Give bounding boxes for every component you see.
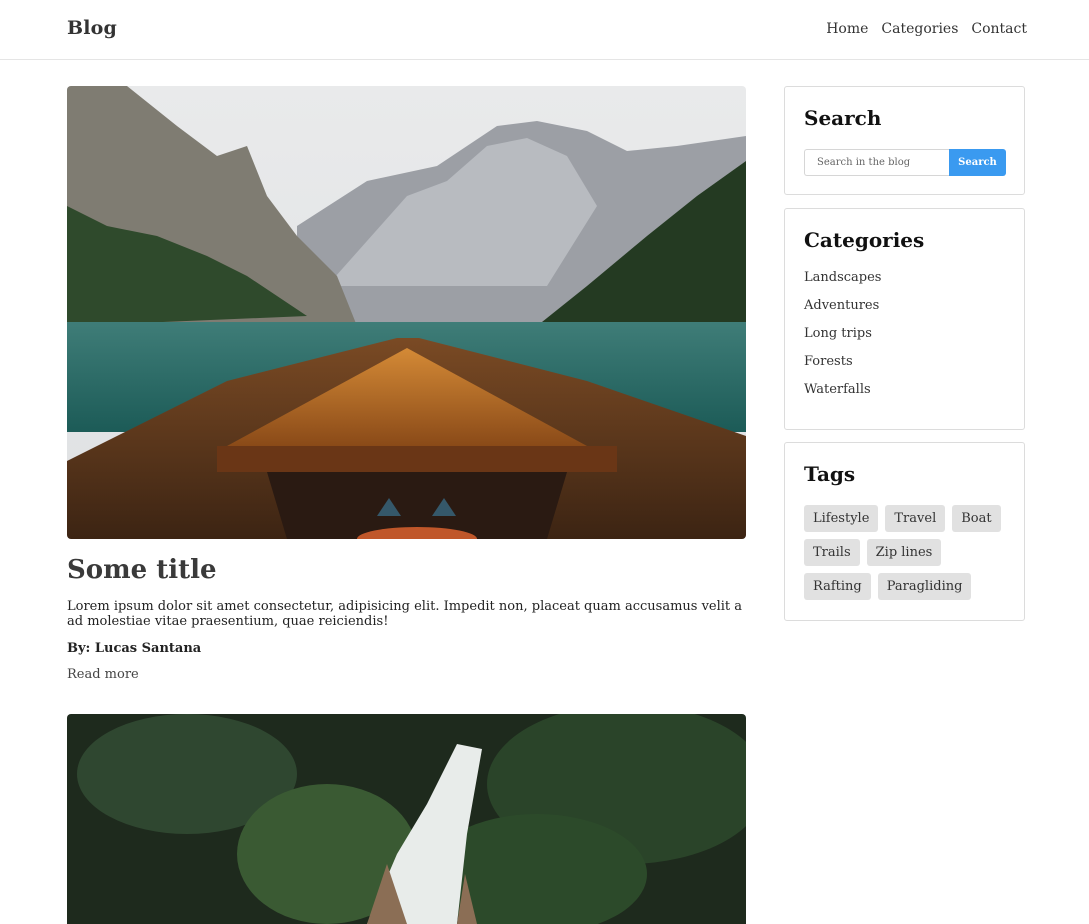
tags-widget: Tags Lifestyle Travel Boat Trails Zip li…: [784, 442, 1025, 621]
brand-logo[interactable]: Blog: [67, 17, 117, 39]
category-item-forests[interactable]: Forests: [804, 353, 881, 381]
nav-categories-link[interactable]: Categories: [881, 21, 958, 37]
post-list: Some title Lorem ipsum dolor sit amet co…: [67, 86, 746, 924]
post-excerpt: Lorem ipsum dolor sit amet consectetur, …: [67, 599, 743, 629]
search-widget: Search Search: [784, 86, 1025, 195]
categories-widget-title: Categories: [804, 228, 925, 252]
tag-lifestyle[interactable]: Lifestyle: [804, 505, 879, 532]
search-button[interactable]: Search: [949, 149, 1006, 176]
post-author: By: Lucas Santana: [67, 641, 202, 656]
nav-contact-link[interactable]: Contact: [971, 21, 1027, 37]
post-image-boat-lake[interactable]: [67, 86, 746, 539]
tags-widget-title: Tags: [804, 462, 856, 486]
top-navbar: Blog Home Categories Contact: [0, 0, 1089, 60]
main-nav: Home Categories Contact: [826, 21, 1027, 37]
category-list: Landscapes Adventures Long trips Forests…: [804, 269, 881, 409]
tag-zip-lines[interactable]: Zip lines: [866, 539, 942, 566]
post-card: Some title Lorem ipsum dolor sit amet co…: [67, 86, 746, 682]
category-item-landscapes[interactable]: Landscapes: [804, 269, 881, 297]
tag-trails[interactable]: Trails: [804, 539, 860, 566]
categories-widget: Categories Landscapes Adventures Long tr…: [784, 208, 1025, 430]
search-widget-title: Search: [804, 106, 882, 130]
tag-travel[interactable]: Travel: [885, 505, 946, 532]
post-image-waterfall[interactable]: [67, 714, 746, 924]
tag-rafting[interactable]: Rafting: [804, 573, 871, 600]
nav-home-link[interactable]: Home: [826, 21, 868, 37]
category-item-adventures[interactable]: Adventures: [804, 297, 881, 325]
search-form: Search: [804, 149, 1006, 176]
search-input[interactable]: [804, 149, 949, 176]
tag-list: Lifestyle Travel Boat Trails Zip lines R…: [804, 505, 1014, 600]
tag-paragliding[interactable]: Paragliding: [877, 573, 972, 600]
category-item-long-trips[interactable]: Long trips: [804, 325, 881, 353]
tag-boat[interactable]: Boat: [952, 505, 1001, 532]
category-item-waterfalls[interactable]: Waterfalls: [804, 381, 881, 409]
read-more-link[interactable]: Read more: [67, 667, 139, 682]
post-title[interactable]: Some title: [67, 553, 746, 587]
